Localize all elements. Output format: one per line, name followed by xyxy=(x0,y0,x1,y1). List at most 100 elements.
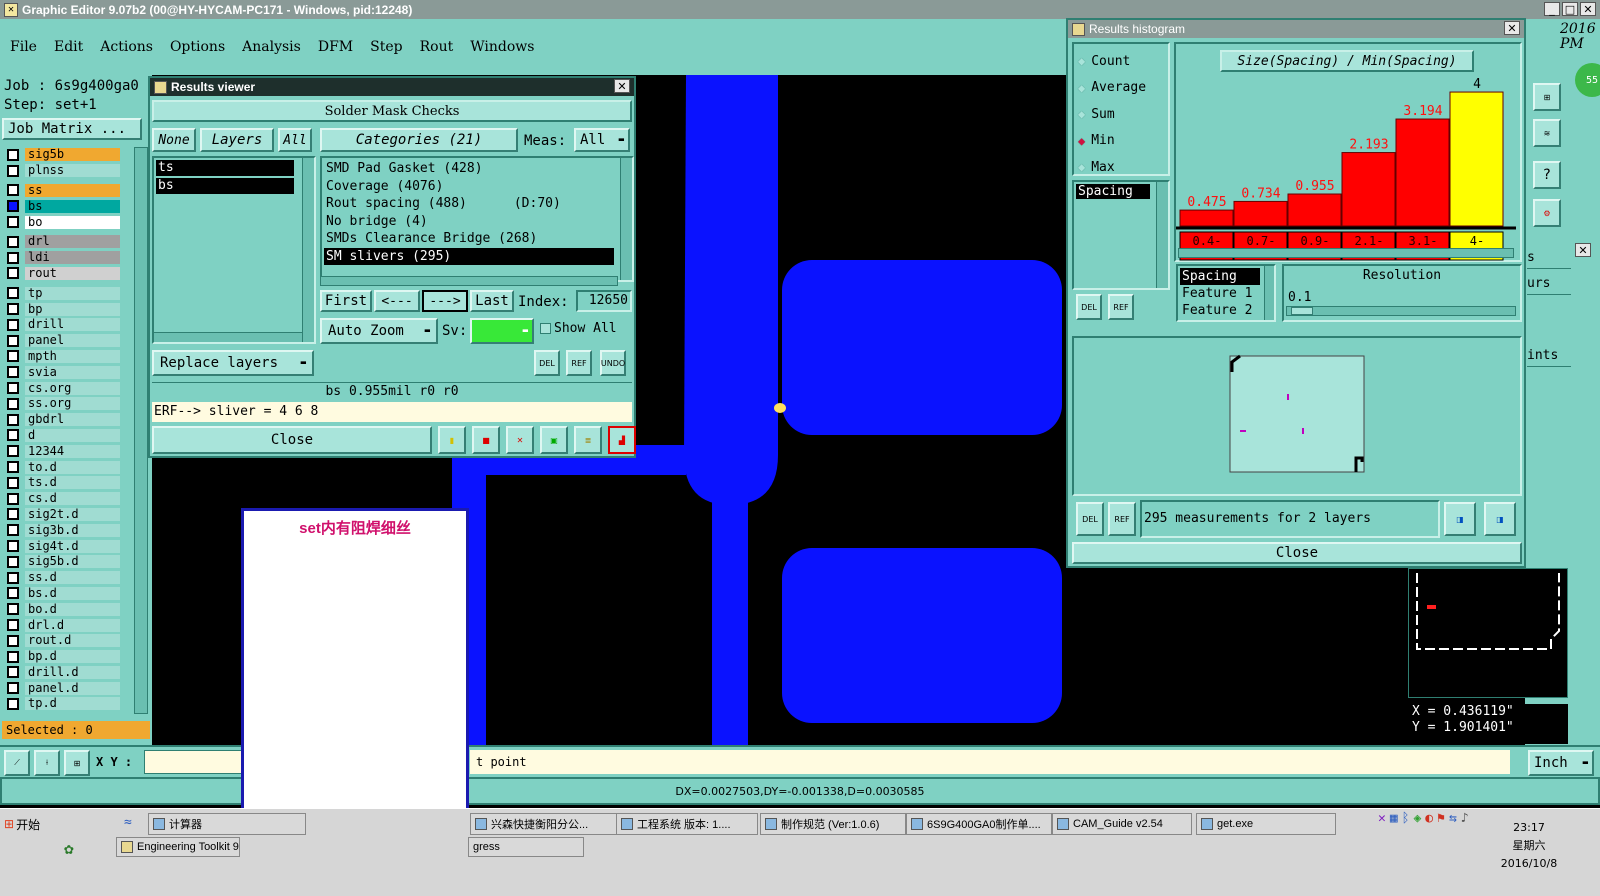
tray-shield-icon[interactable]: ◈ xyxy=(1413,811,1421,871)
layer-checkbox[interactable] xyxy=(7,697,19,710)
layer-checkbox[interactable] xyxy=(7,318,19,331)
rh-export2-icon[interactable]: ◨ xyxy=(1484,502,1516,536)
histogram-bar[interactable] xyxy=(1179,209,1234,227)
layer-scrollbar[interactable] xyxy=(134,147,148,714)
histogram-bar[interactable] xyxy=(1233,200,1288,227)
quick-launch-icon-2[interactable]: ≈ xyxy=(124,815,140,831)
rh-export-icon[interactable]: ◨ xyxy=(1444,502,1476,536)
layer-row[interactable]: sig5b xyxy=(4,147,124,163)
sv-color-select[interactable]: ▬ xyxy=(470,318,534,344)
layers-none-button[interactable]: None xyxy=(152,128,196,152)
side-panel-item[interactable]: ints xyxy=(1527,345,1571,367)
maximize-button[interactable]: □ xyxy=(1562,2,1578,16)
layer-checkbox[interactable] xyxy=(7,382,19,395)
erf-icon[interactable]: ✕ xyxy=(506,426,534,454)
layer-checkbox[interactable] xyxy=(7,650,19,663)
prev-button[interactable]: <--- xyxy=(374,290,420,312)
layer-row[interactable]: 12344 xyxy=(4,443,124,459)
layer-row[interactable]: ss xyxy=(4,183,124,199)
layer-row[interactable]: panel xyxy=(4,333,124,349)
layer-checkbox[interactable] xyxy=(7,216,19,229)
layer-checkbox[interactable] xyxy=(7,287,19,300)
tray-flag-icon[interactable]: ⚑ xyxy=(1437,811,1445,871)
menu-dfm[interactable]: DFM xyxy=(318,39,353,55)
layer-checkbox[interactable] xyxy=(7,350,19,363)
category-item[interactable]: Coverage (4076) xyxy=(324,178,614,196)
rh-close-button[interactable]: Close xyxy=(1072,542,1522,564)
meas-select[interactable]: All ▬ xyxy=(574,128,630,152)
close-app-button[interactable]: ✕ xyxy=(1580,2,1596,16)
layer-checkbox[interactable] xyxy=(7,303,19,316)
layer-row[interactable]: bp.d xyxy=(4,649,124,665)
menu-analysis[interactable]: Analysis xyxy=(242,39,301,55)
layer-row[interactable]: gbdrl xyxy=(4,412,124,428)
units-select[interactable]: Inch ▬ xyxy=(1528,750,1594,776)
layer-checkbox[interactable] xyxy=(7,603,19,616)
layer-checkbox[interactable] xyxy=(7,445,19,458)
histogram-bar[interactable] xyxy=(1395,118,1450,227)
job-matrix-button[interactable]: Job Matrix ... xyxy=(2,118,142,140)
menu-file[interactable]: File xyxy=(10,39,37,55)
last-button[interactable]: Last xyxy=(470,290,514,312)
layer-row[interactable]: ldi xyxy=(4,250,124,266)
minimize-button[interactable]: _ xyxy=(1544,2,1560,16)
layer-checkbox[interactable] xyxy=(7,571,19,584)
first-button[interactable]: First xyxy=(320,290,372,312)
taskbar-item[interactable]: CAM_Guide v2.54 xyxy=(1052,813,1192,835)
undo-icon[interactable]: UNDO xyxy=(600,350,626,376)
menu-rout[interactable]: Rout xyxy=(420,39,454,55)
results-histogram-close-icon[interactable]: ✕ xyxy=(1504,21,1520,35)
feature-item[interactable]: Feature 1 xyxy=(1180,285,1260,302)
feature-item[interactable]: Feature 2 xyxy=(1180,302,1260,319)
taskbar-item[interactable]: 兴森快捷衡阳分公... xyxy=(470,813,624,835)
layer-icon[interactable]: ▣ xyxy=(540,426,568,454)
layer-row[interactable]: ss.org xyxy=(4,396,124,412)
stat-option-average[interactable]: ◆ Average xyxy=(1078,75,1168,102)
layer-row[interactable]: tp xyxy=(4,285,124,301)
replace-layers-select[interactable]: Replace layers ▬ xyxy=(152,350,314,376)
menu-windows[interactable]: Windows xyxy=(470,39,534,55)
layer-row[interactable]: drill xyxy=(4,317,124,333)
del-icon[interactable]: DEL xyxy=(534,350,560,376)
layers-all-button[interactable]: All xyxy=(278,128,312,152)
tray-app-icon[interactable]: ◐ xyxy=(1425,811,1433,871)
layer-row[interactable]: d xyxy=(4,428,124,444)
grid-icon[interactable]: ⊞ xyxy=(64,750,90,776)
next-button[interactable]: ---> xyxy=(422,290,468,312)
ref-icon[interactable]: REF xyxy=(566,350,592,376)
layer-row[interactable]: bo.d xyxy=(4,601,124,617)
snap-icon-2[interactable]: ⟊ xyxy=(34,750,60,776)
layer-checkbox[interactable] xyxy=(7,540,19,553)
category-item[interactable]: Rout spacing (488) (D:70) xyxy=(324,195,614,213)
layer-row[interactable]: drl xyxy=(4,234,124,250)
layer-checkbox[interactable] xyxy=(7,164,19,177)
layer-row[interactable]: ts.d xyxy=(4,475,124,491)
layer-row[interactable]: sig4t.d xyxy=(4,538,124,554)
layer-row[interactable]: cs.org xyxy=(4,380,124,396)
layer-row[interactable]: sig3b.d xyxy=(4,522,124,538)
histogram-bar[interactable] xyxy=(1449,91,1504,227)
layer-row[interactable]: bs xyxy=(4,198,124,214)
side-panel-item[interactable]: urs xyxy=(1527,273,1571,295)
categories-button[interactable]: Categories (21) xyxy=(320,128,518,152)
xy-input[interactable] xyxy=(144,750,244,774)
rv-close-button[interactable]: Close xyxy=(152,426,432,454)
category-listbox[interactable]: SMD Pad Gasket (428) Coverage (4076) Rout … xyxy=(320,156,634,282)
histogram-hscroll[interactable] xyxy=(1178,248,1514,258)
histogram-icon[interactable]: ▟ xyxy=(608,426,636,454)
tray-bluetooth-icon[interactable]: ᛒ xyxy=(1402,811,1410,871)
rv-layer-item[interactable]: ts xyxy=(156,160,294,176)
layer-row[interactable]: drill.d xyxy=(4,665,124,681)
rh-ref2-icon[interactable]: REF xyxy=(1108,502,1136,536)
stat-option-max[interactable]: ◆ Max xyxy=(1078,154,1168,181)
layer-checkbox[interactable] xyxy=(7,666,19,679)
metric-listbox[interactable]: Spacing xyxy=(1072,180,1170,290)
category-item[interactable]: SM slivers (295) xyxy=(324,247,614,265)
taskbar-item[interactable]: 工程系统 版本: 1.... xyxy=(616,813,758,835)
taskbar-item-progress[interactable]: gress xyxy=(468,837,584,857)
layer-checkbox[interactable] xyxy=(7,148,19,161)
layer-row[interactable]: svia xyxy=(4,364,124,380)
tray-sync-icon[interactable]: ⇆ xyxy=(1449,811,1457,871)
layer-checkbox[interactable] xyxy=(7,508,19,521)
taskbar-item[interactable]: 计算器 xyxy=(148,813,306,835)
